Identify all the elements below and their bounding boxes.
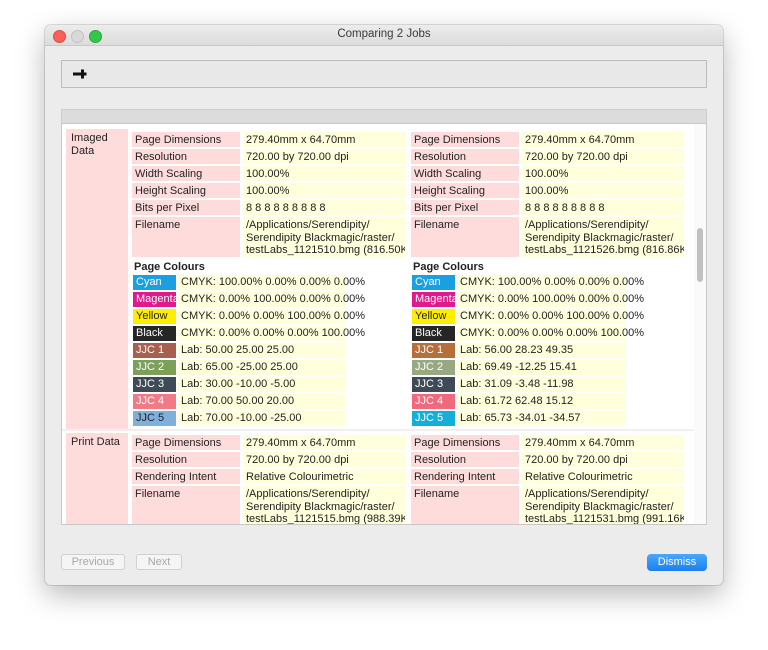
colour-swatch: Magenta (133, 292, 179, 307)
colour-value: Lab: 70.00 -10.00 -25.00 (178, 411, 346, 426)
field-value: /Applications/Serendipity/ Serendipity B… (243, 486, 405, 524)
field-value: 279.40mm x 64.70mm (522, 435, 684, 450)
window-title: Comparing 2 Jobs (337, 28, 431, 40)
field-value: 279.40mm x 64.70mm (243, 132, 405, 147)
field-value: 100.00% (243, 183, 405, 198)
colour-value: Lab: 69.49 -12.25 15.41 (457, 360, 625, 375)
page-colours-title: Page Colours (413, 261, 484, 273)
colour-swatch: Black (412, 326, 455, 341)
field-label: Height Scaling (132, 183, 240, 198)
colour-value: CMYK: 0.00% 100.00% 0.00% 0.00% (178, 292, 365, 307)
colour-value: Lab: 65.73 -34.01 -34.57 (457, 411, 625, 426)
colour-swatch: Yellow (412, 309, 455, 324)
field-label: Filename (132, 217, 240, 257)
field-label: Resolution (411, 149, 519, 164)
colour-value: CMYK: 0.00% 0.00% 0.00% 100.00% (457, 326, 644, 341)
colour-value: Lab: 56.00 28.23 49.35 (457, 343, 625, 358)
field-label: Height Scaling (411, 183, 519, 198)
field-label: Width Scaling (411, 166, 519, 181)
field-label: Resolution (411, 452, 519, 467)
colour-swatch: JJC 1 (133, 343, 176, 358)
colour-swatch: Cyan (412, 275, 455, 290)
dismiss-button[interactable]: Dismiss (647, 554, 707, 571)
field-label: Page Dimensions (132, 435, 240, 450)
next-button[interactable]: Next (136, 554, 182, 570)
field-label: Resolution (132, 149, 240, 164)
colour-swatch: JJC 4 (412, 394, 455, 409)
field-label: Rendering Intent (411, 469, 519, 484)
field-label: Page Dimensions (411, 132, 519, 147)
field-value: 100.00% (243, 166, 405, 181)
field-label: Rendering Intent (132, 469, 240, 484)
field-label: Bits per Pixel (411, 200, 519, 215)
field-value: Relative Colourimetric (243, 469, 405, 484)
colour-value: Lab: 70.00 50.00 20.00 (178, 394, 346, 409)
colour-swatch: Yellow (133, 309, 176, 324)
colour-value: CMYK: 0.00% 0.00% 100.00% 0.00% (178, 309, 365, 324)
field-value: /Applications/Serendipity/ Serendipity B… (522, 217, 684, 257)
colour-swatch: JJC 3 (133, 377, 176, 392)
field-value: 720.00 by 720.00 dpi (522, 452, 684, 467)
field-value: /Applications/Serendipity/ Serendipity B… (243, 217, 405, 257)
field-value: 8 8 8 8 8 8 8 8 8 (522, 200, 684, 215)
colour-value: Lab: 31.09 -3.48 -11.98 (457, 377, 625, 392)
comparison-scroll-area[interactable]: Imaged Data Page Dimensions 279.40mm x 64.… (61, 123, 707, 525)
scrollbar-thumb[interactable] (697, 228, 703, 282)
colour-value: CMYK: 0.00% 0.00% 0.00% 100.00% (178, 326, 365, 341)
compare-jobs-window: Comparing 2 Jobs Imaged Data Page Dimensi… (45, 25, 723, 585)
page-colours-title: Page Colours (134, 261, 205, 273)
field-value: /Applications/Serendipity/ Serendipity B… (522, 486, 684, 524)
field-value: 720.00 by 720.00 dpi (243, 149, 405, 164)
colour-swatch: JJC 4 (133, 394, 176, 409)
colour-swatch: JJC 5 (412, 411, 455, 426)
wrench-icon[interactable] (72, 67, 88, 81)
field-label: Filename (411, 486, 519, 524)
colour-swatch: JJC 2 (412, 360, 455, 375)
field-label: Resolution (132, 452, 240, 467)
field-value: 100.00% (522, 166, 684, 181)
colour-swatch: JJC 3 (412, 377, 455, 392)
title-bar[interactable]: Comparing 2 Jobs (45, 25, 723, 46)
field-value: 279.40mm x 64.70mm (522, 132, 684, 147)
colour-value: Lab: 61.72 62.48 15.12 (457, 394, 625, 409)
field-value: Relative Colourimetric (522, 469, 684, 484)
field-label: Bits per Pixel (132, 200, 240, 215)
colour-value: Lab: 50.00 25.00 25.00 (178, 343, 346, 358)
list-header (61, 109, 707, 123)
field-label: Filename (411, 217, 519, 257)
field-label: Page Dimensions (132, 132, 240, 147)
field-value: 720.00 by 720.00 dpi (243, 452, 405, 467)
section-label-imaged: Imaged Data (66, 129, 128, 431)
field-label: Page Dimensions (411, 435, 519, 450)
colour-value: CMYK: 0.00% 100.00% 0.00% 0.00% (457, 292, 644, 307)
field-value: 720.00 by 720.00 dpi (522, 149, 684, 164)
section-divider (62, 429, 694, 431)
section-label-print: Print Data (66, 433, 128, 524)
field-value: 8 8 8 8 8 8 8 8 8 (243, 200, 405, 215)
colour-value: Lab: 30.00 -10.00 -5.00 (178, 377, 346, 392)
colour-swatch: Cyan (133, 275, 176, 290)
colour-swatch: JJC 5 (133, 411, 176, 426)
field-value: 100.00% (522, 183, 684, 198)
colour-swatch: JJC 2 (133, 360, 176, 375)
colour-value: CMYK: 100.00% 0.00% 0.00% 0.00% (178, 275, 365, 290)
scrollbar[interactable] (694, 124, 706, 524)
colour-swatch: Black (133, 326, 176, 341)
toolbar (61, 60, 707, 88)
field-label: Filename (132, 486, 240, 524)
colour-swatch: JJC 1 (412, 343, 455, 358)
previous-button[interactable]: Previous (61, 554, 125, 570)
colour-value: CMYK: 100.00% 0.00% 0.00% 0.00% (457, 275, 644, 290)
colour-swatch: Magenta (412, 292, 458, 307)
field-label: Width Scaling (132, 166, 240, 181)
colour-value: CMYK: 0.00% 0.00% 100.00% 0.00% (457, 309, 644, 324)
field-value: 279.40mm x 64.70mm (243, 435, 405, 450)
colour-value: Lab: 65.00 -25.00 25.00 (178, 360, 346, 375)
